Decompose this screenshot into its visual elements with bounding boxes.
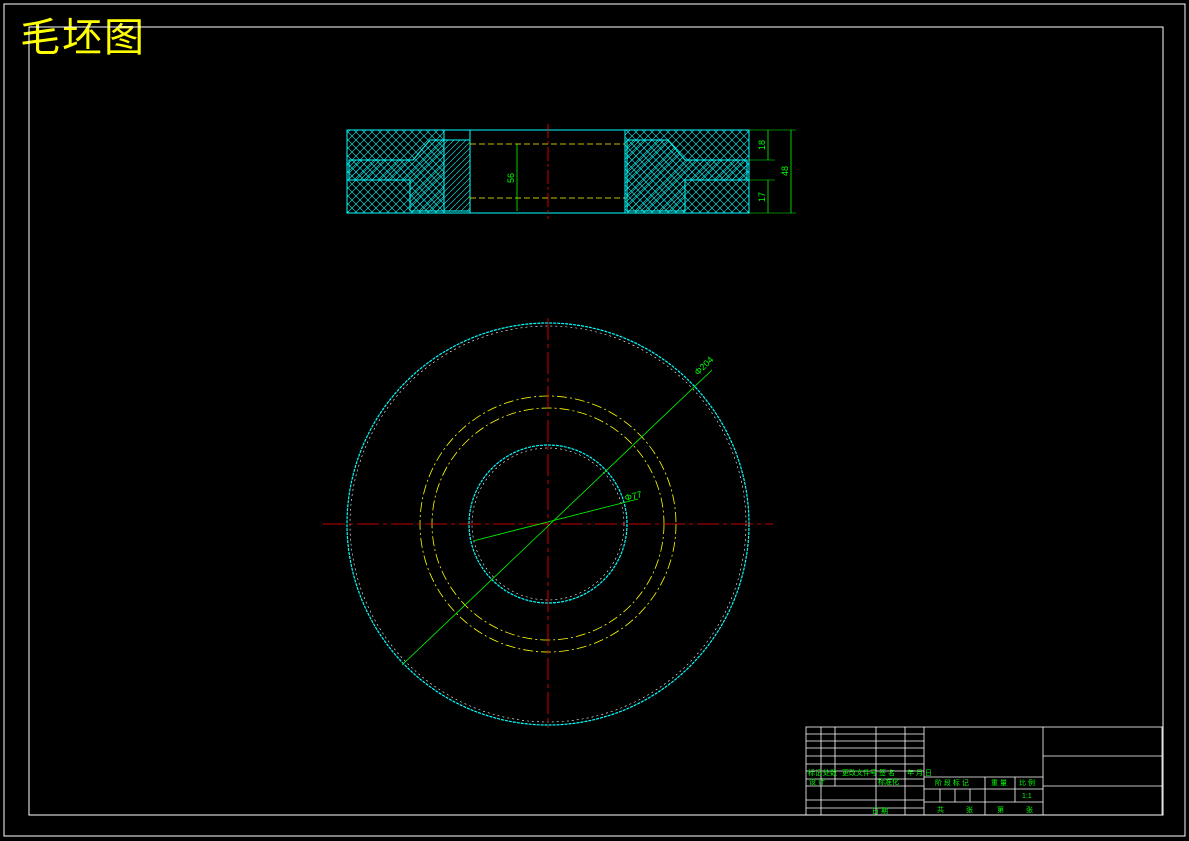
section-view: 56 18 48 17 xyxy=(346,124,796,219)
dim-bottom-label: 17 xyxy=(757,192,767,202)
dim-inner-dia-label: Φ77 xyxy=(624,489,643,503)
tb-label-change-file: 更改文件号 xyxy=(842,768,877,777)
tb-label-sheet: 张 xyxy=(1026,805,1033,814)
tb-label-weight: 重 量 xyxy=(991,779,1007,787)
tb-label-sign: 签 名 xyxy=(879,768,895,777)
tb-label-day: 日 期 xyxy=(872,807,888,815)
dim-outer-dia-line xyxy=(401,369,713,666)
dim-inner-dia-line xyxy=(472,498,639,542)
tb-label-date: 年 月 日 xyxy=(907,768,932,777)
tb-scale-value: 1:1 xyxy=(1022,793,1032,800)
tb-label-sheet-no: 第 xyxy=(997,805,1004,814)
tb-label-scale: 比 例 xyxy=(1019,778,1035,787)
outer-frame xyxy=(3,3,1186,837)
tb-label-design: 设 计 xyxy=(809,777,825,786)
section-bore xyxy=(469,129,626,214)
tb-label-mark: 标记 xyxy=(808,768,822,777)
plan-view: Φ204 Φ77 xyxy=(323,318,773,728)
dim-bore-label: 56 xyxy=(506,173,516,183)
tb-label-count: 处数 xyxy=(823,768,837,777)
tb-label-standard: 标准化 xyxy=(878,777,899,786)
dim-top-label: 18 xyxy=(757,140,767,150)
tb-label-sheets: 张 xyxy=(966,805,973,814)
dim-total-label: 48 xyxy=(780,166,790,176)
dim-outer-dia-label: Φ204 xyxy=(692,355,715,378)
tb-label-stage: 阶 段 标 记 xyxy=(935,778,969,787)
tb-label-total: 共 xyxy=(937,805,944,814)
drawing-canvas: 56 18 48 17 Φ204 Φ77 标记 处数 更改文件号 签 名 年 月… xyxy=(3,3,1186,837)
